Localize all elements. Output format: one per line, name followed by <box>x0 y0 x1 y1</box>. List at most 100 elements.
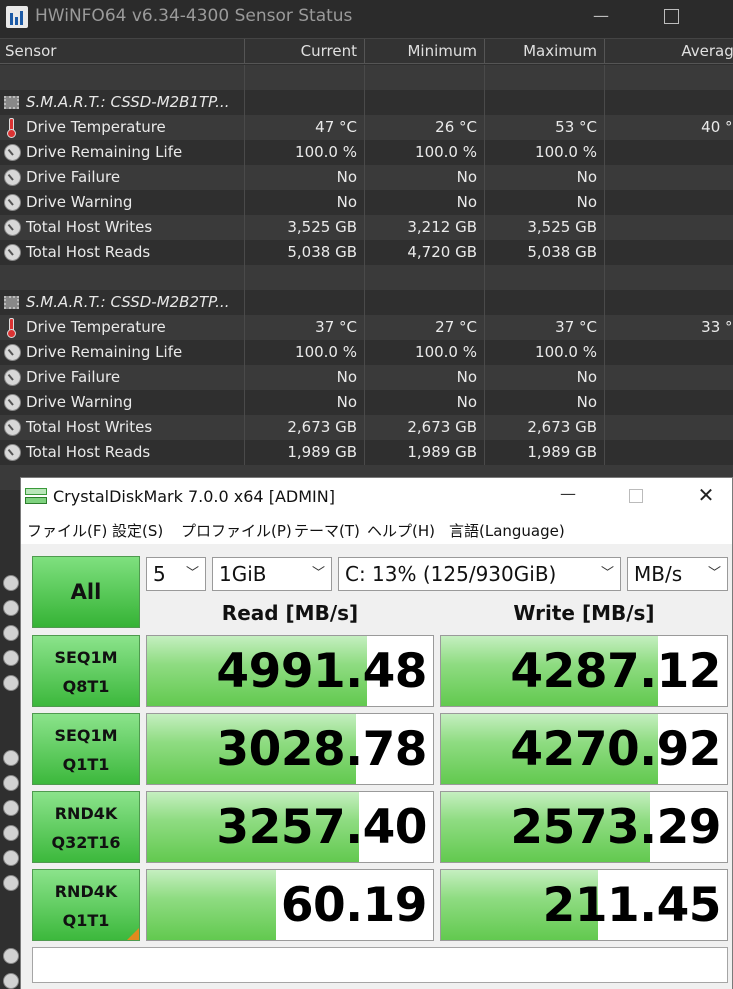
test-4-button[interactable]: RND4K Q1T1 <box>32 869 140 941</box>
sensor-row[interactable]: Drive Failure No No No <box>0 365 733 390</box>
menu-language[interactable]: 言語(Language) <box>449 520 565 541</box>
gauge-icon <box>3 650 19 666</box>
run-all-button[interactable]: All <box>32 556 140 628</box>
sensor-group-label: S.M.A.R.T.: CSSD-M2B2TP... <box>26 293 230 311</box>
gauge-icon <box>3 750 19 766</box>
sensor-row[interactable]: Total Host Reads 5,038 GB 4,720 GB 5,038 GB <box>0 240 733 265</box>
test-size-select[interactable]: 1GiB ﹀ <box>212 557 332 591</box>
menu-help[interactable]: ヘルプ(H) <box>367 520 435 541</box>
sensor-group-name: S.M.A.R.T.: CSSD-M2B1TP... <box>0 90 245 115</box>
sensor-minimum-value: 26 °C <box>365 115 485 140</box>
sensor-row[interactable]: Total Host Reads 1,989 GB 1,989 GB 1,989 GB <box>0 440 733 465</box>
empty-cell <box>365 65 485 90</box>
menu-theme[interactable]: テーマ(T) <box>294 520 360 541</box>
sensor-current-value: 5,038 GB <box>245 240 365 265</box>
empty-cell <box>605 265 733 290</box>
spacer-row <box>0 265 733 290</box>
sensor-group-name: S.M.A.R.T.: CSSD-M2B2TP... <box>0 290 245 315</box>
test-name: RND4K <box>54 804 118 823</box>
hwinfo-window-title: HWiNFO64 v6.34-4300 Sensor Status <box>35 6 353 26</box>
sensor-maximum-value: 100.0 % <box>485 140 605 165</box>
sensor-group-label: S.M.A.R.T.: CSSD-M2B1TP... <box>26 93 230 111</box>
test-1-button[interactable]: SEQ1M Q8T1 <box>32 635 140 707</box>
sensor-row[interactable]: Drive Temperature 47 °C26 °C53 °C 40 °C <box>0 115 733 140</box>
sensor-group-row[interactable]: S.M.A.R.T.: CSSD-M2B2TP... <box>0 290 733 315</box>
sensor-label-cell: Drive Warning <box>0 190 245 215</box>
unit-value: MB/s <box>634 562 683 586</box>
sensor-label-cell: Total Host Reads <box>0 240 245 265</box>
unit-select[interactable]: MB/s ﹀ <box>627 557 728 591</box>
menu-file[interactable]: ファイル(F) <box>27 520 107 541</box>
read-value: 4991.48 <box>216 644 427 699</box>
column-header-minimum[interactable]: Minimum <box>365 39 485 64</box>
sensor-average-value <box>605 390 733 415</box>
sensor-average-value <box>605 215 733 240</box>
sensor-current-value: 100.0 % <box>245 140 365 165</box>
test-count-select[interactable]: 5 ﹀ <box>146 557 206 591</box>
gauge-icon <box>3 948 19 964</box>
sensor-row[interactable]: Drive Remaining Life 100.0 % 100.0 % 100.0 … <box>0 340 733 365</box>
sensor-average-value <box>605 440 733 465</box>
sensor-maximum-value: No <box>485 390 605 415</box>
sensor-label: Total Host Writes <box>26 218 153 236</box>
sensor-maximum-value: 100.0 % <box>485 340 605 365</box>
sensor-current-value: 37 °C <box>245 315 365 340</box>
sensor-current-value: No <box>245 190 365 215</box>
drive-select[interactable]: C: 13% (125/930GiB) ﹀ <box>338 557 621 591</box>
maximize-button[interactable] <box>656 6 686 30</box>
test-2-button[interactable]: SEQ1M Q1T1 <box>32 713 140 785</box>
sensor-maximum-value: 2,673 GB <box>485 415 605 440</box>
empty-cell <box>0 265 245 290</box>
gauge-icon <box>3 973 19 989</box>
column-header-maximum[interactable]: Maximum <box>485 39 605 64</box>
menu-settings[interactable]: 設定(S) <box>112 520 163 541</box>
empty-cell <box>0 65 245 90</box>
sensor-row[interactable]: Total Host Writes 3,525 GB 3,212 GB 3,525 G… <box>0 215 733 240</box>
column-header-average[interactable]: Average <box>605 39 733 64</box>
test-3-button[interactable]: RND4K Q32T16 <box>32 791 140 863</box>
sensor-current-value: 2,673 GB <box>245 415 365 440</box>
minimize-button[interactable]: — <box>586 6 616 30</box>
sensor-minimum-value: 27 °C <box>365 315 485 340</box>
sensor-average-value: 40 °C <box>701 118 733 136</box>
empty-cell <box>245 90 365 115</box>
comment-field[interactable] <box>32 947 728 983</box>
sensor-minimum-value: 3,212 GB <box>365 215 485 240</box>
chip-icon <box>4 96 19 109</box>
crystaldiskmark-window: CrystalDiskMark 7.0.0 x64 [ADMIN] — ✕ ファ… <box>20 477 733 989</box>
test-name: SEQ1M <box>54 648 118 667</box>
sensor-group-row[interactable]: S.M.A.R.T.: CSSD-M2B1TP... <box>0 90 733 115</box>
empty-cell <box>485 65 605 90</box>
gauge-icon <box>4 219 21 236</box>
menu-profile[interactable]: プロファイル(P) <box>181 520 292 541</box>
sensor-average-value <box>605 190 733 215</box>
sensor-maximum-value: No <box>485 190 605 215</box>
gauge-icon <box>3 825 19 841</box>
sensor-average-value <box>605 415 733 440</box>
sensor-maximum-value: 3,525 GB <box>485 215 605 240</box>
sensor-current-value: No <box>245 390 365 415</box>
sensor-row[interactable]: Drive Warning No No No <box>0 390 733 415</box>
minimize-button[interactable]: — <box>553 484 583 508</box>
sensor-row[interactable]: Drive Temperature 37 °C27 °C37 °C 33 °C <box>0 315 733 340</box>
menu-bar: ファイル(F) 設定(S) プロファイル(P) テーマ(T) ヘルプ(H) 言語… <box>21 516 732 544</box>
gauge-icon <box>3 675 19 691</box>
close-button[interactable]: ✕ <box>691 484 721 508</box>
chip-icon <box>4 296 19 309</box>
column-header-sensor[interactable]: Sensor <box>0 39 245 64</box>
maximize-button[interactable] <box>621 484 651 508</box>
sensor-row[interactable]: Total Host Writes 2,673 GB 2,673 GB 2,673 G… <box>0 415 733 440</box>
sensor-row[interactable]: Drive Remaining Life 100.0 % 100.0 % 100.0 … <box>0 140 733 165</box>
sensor-label-cell: Drive Remaining Life <box>0 140 245 165</box>
write-value: 4270.92 <box>510 722 721 777</box>
column-header-current[interactable]: Current <box>245 39 365 64</box>
sensor-row[interactable]: Drive Warning No No No <box>0 190 733 215</box>
empty-cell <box>365 90 485 115</box>
sensor-row[interactable]: Drive Failure No No No <box>0 165 733 190</box>
empty-cell <box>365 265 485 290</box>
read-value: 3028.78 <box>216 722 427 777</box>
empty-cell <box>485 290 605 315</box>
read-result-1: 4991.48 <box>146 635 434 707</box>
write-result-3: 2573.29 <box>440 791 728 863</box>
sensor-label: Total Host Reads <box>26 443 151 461</box>
